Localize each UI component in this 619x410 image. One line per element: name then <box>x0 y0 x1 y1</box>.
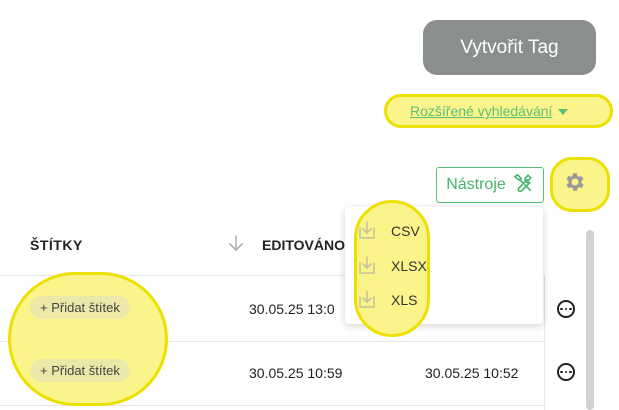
settings-button[interactable] <box>557 166 593 202</box>
more-options-icon[interactable] <box>557 300 575 318</box>
more-options-icon[interactable] <box>557 363 575 381</box>
tags-highlight <box>8 272 168 406</box>
column-header-tags[interactable]: ŠTÍTKY <box>30 237 83 253</box>
export-xlsx-item[interactable]: XLSX <box>356 254 427 278</box>
action-column-divider <box>544 275 545 410</box>
export-xls-item[interactable]: XLS <box>356 288 417 312</box>
caret-down-icon <box>558 109 569 115</box>
vertical-scrollbar[interactable] <box>586 230 594 410</box>
export-xls-label: XLS <box>391 292 418 308</box>
sort-arrow-icon[interactable] <box>226 233 246 253</box>
column-header-edited[interactable]: EDITOVÁNO <box>262 237 345 253</box>
download-icon <box>356 219 378 244</box>
add-tag-button[interactable]: + Přidat štítek <box>30 296 130 319</box>
add-tag-button[interactable]: + Přidat štítek <box>30 359 130 382</box>
tools-label: Nástroje <box>446 176 506 193</box>
advanced-search-label: Rozšířené vyhledávání <box>410 103 553 119</box>
edited-cell: 30.05.25 13:0 <box>249 301 335 317</box>
created-cell: 30.05.25 10:52 <box>425 365 519 381</box>
export-xlsx-label: XLSX <box>391 258 427 274</box>
tools-icon <box>512 172 534 199</box>
create-tag-button[interactable]: Vytvořit Tag <box>423 20 596 75</box>
gear-icon <box>563 170 587 199</box>
edited-cell: 30.05.25 10:59 <box>249 365 343 381</box>
download-icon <box>356 254 378 279</box>
export-csv-label: CSV <box>391 223 420 239</box>
tools-button[interactable]: Nástroje <box>436 167 544 203</box>
advanced-search-link[interactable]: Rozšířené vyhledávání <box>410 101 569 121</box>
export-csv-item[interactable]: CSV <box>356 219 420 243</box>
download-icon <box>356 288 378 313</box>
